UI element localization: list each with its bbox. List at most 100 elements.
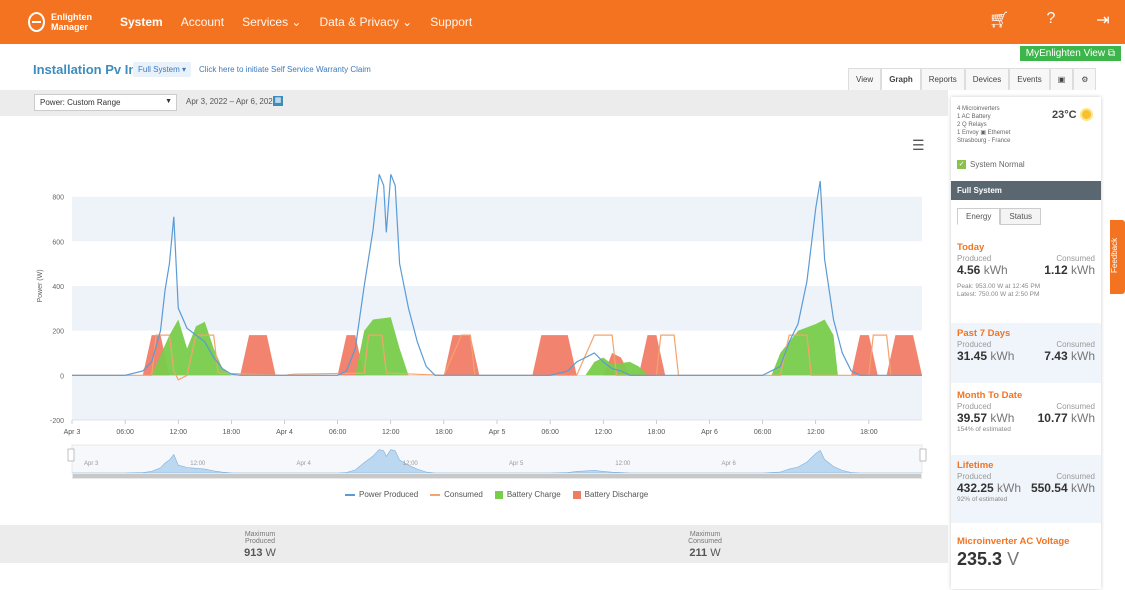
x-tick-label: 06:00	[329, 429, 347, 436]
tab-view[interactable]: View	[848, 68, 882, 90]
estimate-note: 92% of estimated	[957, 496, 1008, 503]
logo-icon	[28, 12, 45, 32]
cart-icon[interactable]: 🛒︎	[989, 10, 1009, 30]
legend-item-produced[interactable]: Power Produced	[345, 490, 418, 499]
max-consumed-stat: Maximum Consumed 211 W	[670, 531, 740, 559]
max-produced-stat: Maximum Produced 913 W	[225, 531, 295, 559]
x-tick-label: 18:00	[648, 429, 666, 436]
x-tick-label: Apr 6	[701, 429, 718, 436]
warranty-claim-link[interactable]: Click here to initiate Self Service Warr…	[199, 65, 371, 74]
temperature: 23°C	[1052, 109, 1077, 121]
chart-legend: Power Produced Consumed Battery Charge B…	[345, 490, 648, 499]
produced-value: 31.45	[957, 349, 988, 363]
unit: kWh	[990, 349, 1015, 363]
x-tick-label: 18:00	[435, 429, 453, 436]
y-tick-label: -200	[50, 418, 64, 425]
x-tick-label: Apr 3	[64, 429, 81, 436]
consumed-value: 10.77	[1037, 411, 1068, 425]
device-line: 4 Microinverters	[957, 106, 1000, 112]
settings-icon[interactable]: ⚙	[1073, 68, 1097, 90]
section-title: Today	[957, 242, 985, 253]
produced-value: 432.25	[957, 481, 994, 495]
stats-bar: Maximum Produced 913 W Maximum Consumed …	[0, 525, 948, 563]
estimate-note: 154% of estimated	[957, 426, 1011, 433]
legend-label: Power Produced	[359, 490, 419, 499]
unit: kWh	[997, 481, 1022, 495]
navigator-label: Apr 3	[84, 461, 99, 467]
y-axis-label: Power (W)	[37, 269, 44, 302]
power-chart: -200 0 200 400 600 800 Power (W) Apr 3 06:00 12:0…	[37, 174, 927, 479]
unit: kWh	[1071, 481, 1095, 495]
consumed-label: Consumed	[1056, 402, 1095, 411]
legend-item-consumed[interactable]: Consumed	[430, 490, 483, 499]
navigator-handle-left	[67, 448, 75, 462]
produced-label: Produced	[957, 472, 992, 481]
legend-item-charge[interactable]: Battery Charge	[494, 490, 561, 499]
x-tick-label: 12:00	[594, 429, 612, 436]
today-section: Today Produced Consumed 4.56 kWh 1.12 kWh …	[951, 237, 1101, 321]
x-tick-label: 18:00	[223, 429, 241, 436]
nav-support[interactable]: Support	[430, 15, 472, 29]
system-status-text: System Normal	[970, 160, 1025, 169]
nav-account[interactable]: Account	[181, 15, 224, 29]
navigator-scrollbar-thumb	[73, 474, 921, 478]
tab-graph[interactable]: Graph	[881, 68, 921, 90]
stat-label: Maximum	[689, 531, 721, 538]
nav-services[interactable]: Services ⌄	[242, 15, 301, 29]
navigator-label: Apr 4	[297, 461, 312, 467]
navigator-label: Apr 5	[509, 461, 524, 467]
y-tick-label: 0	[60, 373, 64, 380]
myenlighten-view-button[interactable]: MyEnlighten View ⧉	[1019, 46, 1121, 61]
tab-events[interactable]: Events	[1009, 68, 1050, 90]
plot-band	[72, 196, 922, 242]
logout-icon[interactable]: ⇥	[1093, 10, 1113, 30]
legend-item-discharge[interactable]: Battery Discharge	[572, 490, 649, 499]
stat-label: Consumed	[688, 538, 722, 545]
main-nav: System Account Services ⌄ Data & Privacy…	[120, 15, 490, 29]
latest-info: Latest: 750.00 W at 2:50 PM	[957, 291, 1040, 298]
feedback-tab[interactable]: Feedback	[1110, 220, 1125, 294]
nav-data-privacy[interactable]: Data & Privacy ⌄	[319, 15, 412, 29]
navigator-handle-right	[919, 448, 927, 462]
unit: kWh	[1071, 349, 1095, 363]
logo-line1: Enlighten	[51, 12, 92, 22]
chart-menu-icon[interactable]: ☰	[912, 137, 925, 154]
consumed-value: 1.12	[1044, 263, 1068, 277]
date-range: Apr 3, 2022 – Apr 6, 2022	[186, 97, 278, 106]
legend-swatch	[345, 493, 355, 496]
tab-status[interactable]: Status	[1000, 208, 1042, 225]
consumed-label: Consumed	[1056, 340, 1095, 349]
plot-band	[72, 375, 922, 420]
produced-value: 4.56	[957, 263, 981, 277]
nav-system[interactable]: System	[120, 15, 163, 29]
tab-energy[interactable]: Energy	[957, 208, 1001, 225]
tab-reports[interactable]: Reports	[920, 68, 965, 90]
voltage-unit: V	[1007, 549, 1020, 569]
stat-unit: W	[710, 547, 721, 559]
y-tick-label: 800	[52, 195, 64, 202]
enlighten-logo[interactable]: Enlighten Manager	[28, 7, 92, 37]
legend-swatch	[494, 490, 503, 499]
consumed-label: Consumed	[1056, 472, 1095, 481]
consumed-label: Consumed	[1056, 254, 1095, 263]
chevron-down-icon: ▼	[165, 98, 172, 105]
legend-swatch	[430, 493, 441, 496]
tab-devices[interactable]: Devices	[964, 68, 1010, 90]
system-status: ✓ System Normal	[957, 160, 1025, 169]
monitor-icon[interactable]: ▣	[1049, 68, 1074, 90]
unit: kWh	[983, 263, 1008, 277]
power-range-select[interactable]: Power: Custom Range ▼	[34, 94, 177, 111]
month-to-date-section: Month To Date Produced Consumed 39.57 kWh…	[951, 385, 1101, 453]
voltage-section: Microinverter AC Voltage 235.3 V	[951, 531, 1101, 587]
section-title: Lifetime	[957, 460, 994, 471]
top-navbar: Enlighten Manager System Account Services…	[0, 0, 1125, 44]
help-icon[interactable]: ?	[1041, 10, 1061, 30]
x-tick-label: 12:00	[382, 429, 400, 436]
consumed-value: 550.54	[1030, 481, 1068, 495]
x-tick-label: 06:00	[541, 429, 559, 436]
navigator-label: Apr 6	[722, 461, 737, 467]
system-scope-dropdown[interactable]: Full System ▾	[133, 62, 192, 77]
system-summary-panel: 4 Microinverters 1 AC Battery 2 Q Relays…	[951, 97, 1101, 589]
legend-label: Battery Discharge	[584, 490, 649, 499]
calendar-icon[interactable]: ▦	[273, 96, 283, 106]
